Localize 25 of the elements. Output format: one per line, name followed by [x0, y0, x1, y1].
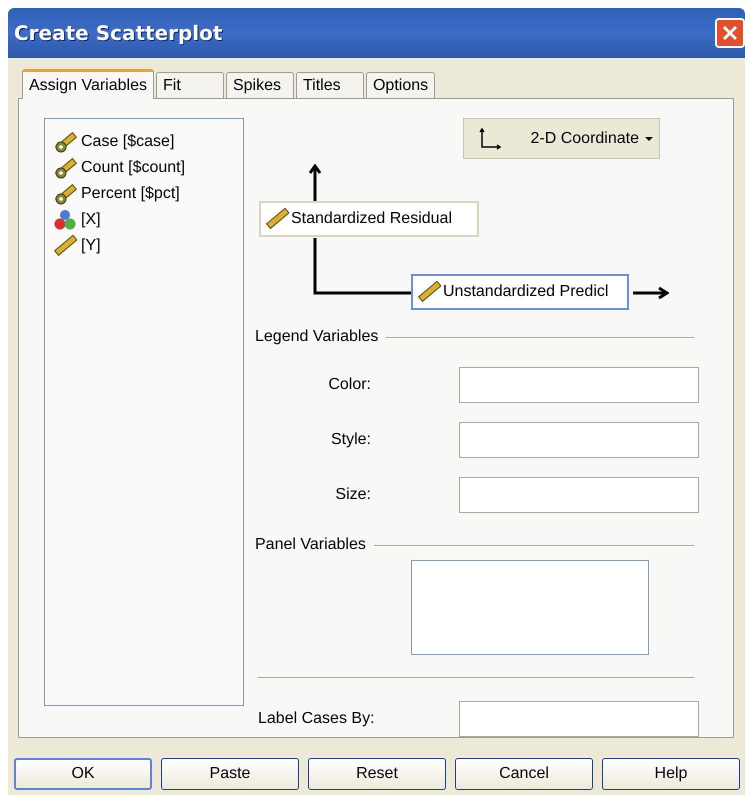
field-label: Size: — [334, 486, 372, 504]
tab[interactable]: Options — [366, 72, 436, 98]
tab[interactable]: Fit — [156, 72, 224, 98]
variable-name[interactable]: [X] — [81, 211, 101, 229]
tab[interactable]: Titles — [296, 72, 364, 98]
tab[interactable]: Spikes — [226, 72, 294, 98]
tab[interactable]: Assign Variables — [22, 69, 154, 99]
variable-name[interactable]: Case [$case] — [81, 133, 174, 151]
field-label: Label Cases By: — [258, 710, 375, 728]
field-label: Style: — [330, 431, 372, 449]
axis-drop-zone[interactable]: Standardized Residual — [259, 201, 479, 237]
window-title: Create Scatterplot — [14, 21, 222, 45]
variable-name[interactable]: Percent [$pct] — [81, 185, 180, 203]
axis-drop-zone[interactable]: Unstandardized Predicl — [411, 274, 629, 310]
coordinate-dropdown[interactable]: 2-D Coordinate — [463, 118, 660, 159]
variable-name[interactable]: Count [$count] — [81, 159, 186, 177]
field-label: Color: — [327, 376, 372, 394]
dialog-button[interactable]: OK — [14, 758, 152, 790]
section-heading: Panel Variables — [255, 536, 366, 554]
variable-name[interactable]: [Y] — [81, 237, 101, 255]
dialog-button[interactable]: Reset — [308, 758, 446, 790]
dialog-button[interactable]: Cancel — [455, 758, 593, 790]
dialog-button[interactable]: Paste — [161, 758, 299, 790]
section-heading: Legend Variables — [255, 328, 378, 346]
dialog-button[interactable]: Help — [602, 758, 740, 790]
